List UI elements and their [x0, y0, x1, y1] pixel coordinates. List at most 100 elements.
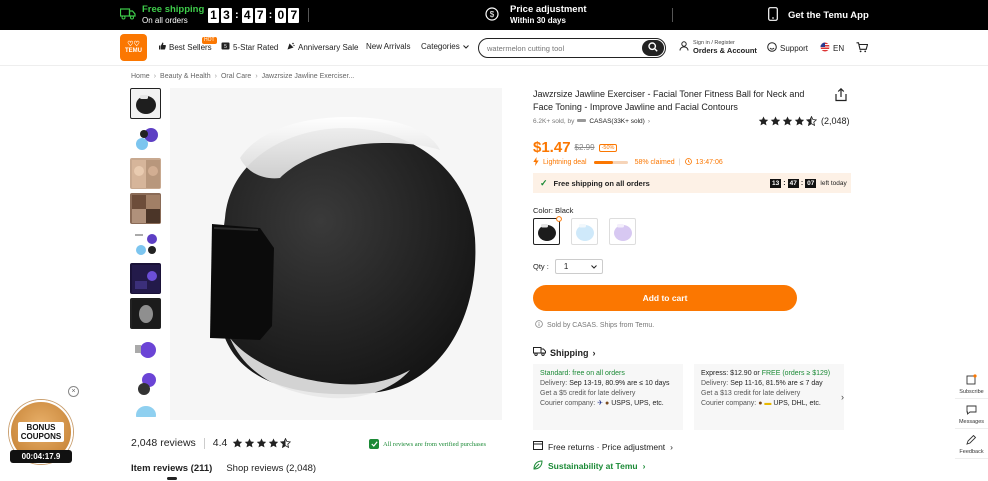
account-menu[interactable]: Sign in / Register Orders & Account — [679, 39, 757, 55]
free-shipping-banner[interactable]: Free shipping On all orders — [119, 0, 205, 30]
price-adjustment-banner[interactable]: $ Price adjustment Within 30 days — [485, 0, 587, 30]
breadcrumb-separator: › — [255, 73, 258, 80]
thumbnail-face-1[interactable] — [130, 158, 161, 189]
chevron-right-icon: › — [670, 441, 673, 452]
get-app-banner[interactable]: Get the Temu App — [768, 0, 869, 30]
thumbnail-promo-dark[interactable] — [130, 263, 161, 294]
cart-icon — [856, 42, 869, 55]
free-shipping-title: Free shipping — [142, 4, 205, 15]
share-icon — [834, 87, 848, 104]
product-stars — [758, 116, 817, 126]
quantity-select[interactable]: 1 — [554, 259, 603, 274]
side-widget: Subscribe Messages Feedback — [955, 374, 988, 459]
price-adjust-title: Price adjustment — [510, 4, 587, 15]
standard-courier: USPS, UPS, etc. — [611, 400, 664, 407]
info-icon — [535, 320, 543, 330]
breadcrumb-oral-care[interactable]: Oral Care — [221, 73, 251, 80]
party-icon — [287, 42, 295, 52]
express-delivery-label: Delivery: — [701, 380, 729, 387]
thumbnail-statue[interactable] — [130, 298, 161, 329]
nav-new-arrivals[interactable]: New Arrivals — [366, 42, 410, 51]
search-button[interactable] — [642, 40, 664, 56]
standard-delivery: Sep 13-19, 80.9% are ≤ 10 days — [569, 380, 670, 387]
store-logo-icon — [577, 118, 587, 125]
breadcrumb-beauty[interactable]: Beauty & Health — [160, 73, 211, 80]
add-to-cart-button[interactable]: Add to cart — [533, 285, 797, 311]
tab-shop-reviews[interactable]: Shop reviews (2,048) — [226, 463, 316, 474]
thumbnail-bundle[interactable] — [130, 228, 161, 259]
thumbnail-colors[interactable] — [130, 123, 161, 154]
reviews-tabs: Item reviews (211) Shop reviews (2,048) — [131, 463, 316, 474]
reviews-summary: 2,048 reviews 4.4 — [131, 437, 292, 449]
express-courier-label: Courier company: — [701, 400, 757, 407]
qty-label: Qty : — [533, 262, 549, 271]
thumbnail-black[interactable] — [130, 88, 161, 119]
sustainability-label: Sustainability at Temu — [548, 461, 638, 471]
free-returns-label: Free returns · Price adjustment — [548, 441, 666, 452]
store-link[interactable]: CASAS(33K+ sold) — [589, 118, 644, 125]
lightning-deal-label: Lightning deal — [543, 159, 587, 166]
countdown-digit: 7 — [254, 7, 266, 23]
countdown-colon: : — [235, 9, 239, 21]
star-icon — [782, 116, 793, 126]
sold-count: 6.2K+ sold, by — [533, 118, 575, 125]
tab-item-reviews[interactable]: Item reviews (211) — [131, 463, 212, 474]
chevron-right-icon: › — [647, 118, 651, 125]
nav-new-arrivals-label: New Arrivals — [366, 42, 411, 51]
message-icon — [966, 405, 977, 417]
bonus-line2: COUPONS — [20, 432, 62, 441]
user-icon — [679, 41, 689, 53]
swatch-black[interactable] — [533, 216, 562, 245]
thumbnail-pair[interactable] — [130, 368, 161, 399]
lightning-icon — [533, 157, 539, 168]
share-button[interactable] — [834, 87, 848, 104]
nav-five-star-label: 5-Star Rated — [233, 42, 279, 52]
thumbnail-face-2[interactable] — [130, 193, 161, 224]
main-product-image[interactable] — [170, 88, 502, 420]
search-bar[interactable]: watermelon cutting tool — [478, 38, 666, 58]
free-shipping-subtitle: On all orders — [142, 16, 188, 25]
thumbnail-blue[interactable] — [130, 403, 161, 417]
close-icon[interactable]: × — [68, 386, 79, 397]
standard-courier-label: Courier company: — [540, 400, 596, 407]
breadcrumb-home[interactable]: Home — [131, 73, 150, 80]
product-rating[interactable]: (2,048) — [758, 116, 850, 126]
get-app-label: Get the Temu App — [788, 9, 869, 21]
breadcrumb-separator: › — [214, 73, 217, 80]
language-selector[interactable]: EN — [820, 42, 844, 54]
nav-five-star[interactable]: 5 5-Star Rated — [221, 42, 278, 52]
phone-icon — [768, 7, 778, 23]
logo-icon: ♡♡ — [127, 40, 140, 48]
free-returns-link[interactable]: Free returns · Price adjustment › — [533, 441, 673, 452]
star-badge-icon: 5 — [221, 42, 230, 52]
search-input[interactable]: watermelon cutting tool — [487, 44, 642, 53]
temu-logo[interactable]: ♡♡ TEMU — [120, 34, 147, 61]
sustainability-link[interactable]: Sustainability at Temu › — [533, 460, 645, 472]
nav-categories[interactable]: Categories — [421, 42, 469, 51]
shipping-heading[interactable]: Shipping › — [533, 347, 596, 358]
free-ship-countdown: 13 : 47 : 07 left today — [770, 178, 847, 188]
shipping-next-button[interactable]: › — [841, 392, 844, 402]
subscribe-button[interactable]: Subscribe — [955, 374, 988, 399]
jaw-exerciser-illustration — [210, 117, 476, 399]
swatch-purple[interactable] — [609, 218, 636, 245]
support-link[interactable]: Support — [767, 42, 808, 54]
swatch-blue[interactable] — [571, 218, 598, 245]
discount-badge: -50% — [598, 143, 618, 152]
feedback-label: Feedback — [959, 449, 984, 455]
header-nav: ♡♡ TEMU Best Sellers HOT 5 5-Star Rated … — [0, 30, 988, 66]
messages-button[interactable]: Messages — [955, 405, 988, 429]
promo-bar: Free shipping On all orders 1 3 : 4 7 : … — [0, 0, 988, 30]
bonus-line1: BONUS — [26, 423, 56, 432]
chevron-right-icon: › — [642, 461, 646, 471]
feedback-button[interactable]: Feedback — [955, 434, 988, 459]
bonus-timer: 00:04:17.9 — [10, 450, 72, 463]
cart-button[interactable] — [856, 42, 869, 55]
current-price: $1.47 — [533, 139, 571, 156]
nav-anniversary[interactable]: Anniversary Sale — [287, 42, 358, 52]
deal-timer: 13:47:06 — [695, 159, 723, 166]
thumbnail-purple[interactable] — [130, 333, 161, 364]
reviews-count[interactable]: 2,048 reviews — [131, 437, 196, 449]
subscribe-icon — [966, 374, 977, 387]
price-adjust-subtitle: Within 30 days — [510, 16, 566, 25]
